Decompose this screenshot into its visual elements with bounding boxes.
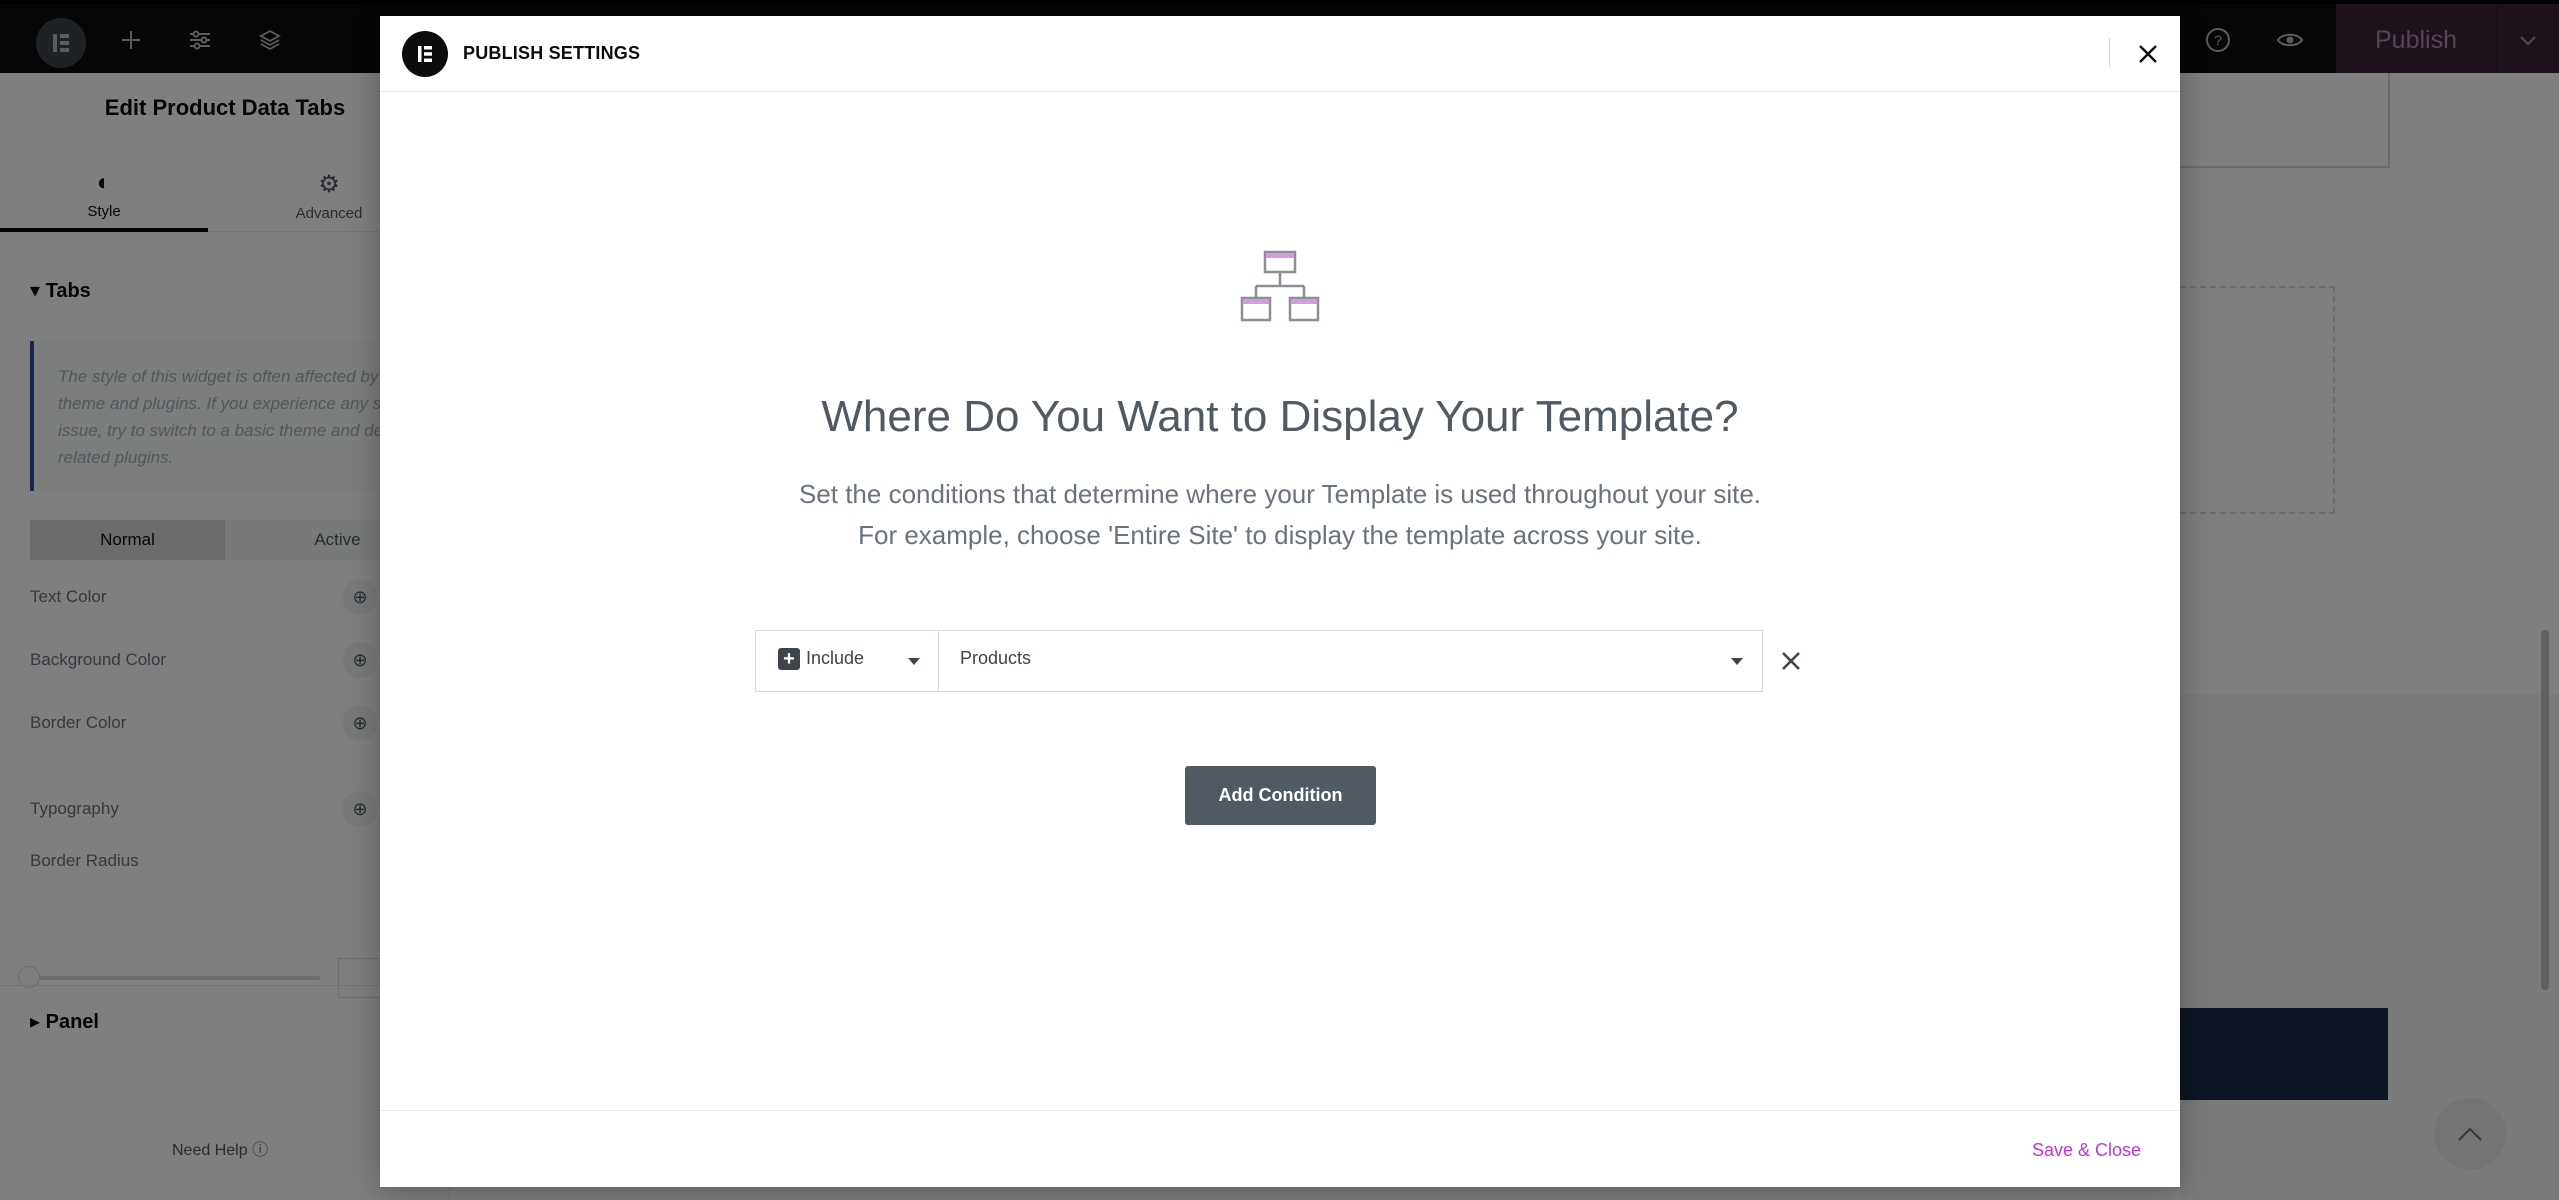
publish-settings-modal: PUBLISH SETTINGS Where Do You Want to Di… (380, 16, 2180, 1187)
modal-description: Set the conditions that determine where … (380, 474, 2180, 556)
condition-type-value: Include (806, 648, 865, 668)
remove-condition-button[interactable] (1771, 641, 1811, 681)
condition-type-select[interactable]: + Include (756, 631, 939, 691)
add-condition-button[interactable]: Add Condition (1185, 766, 1376, 825)
close-icon (1782, 652, 1800, 670)
condition-value: Products (960, 648, 1032, 668)
description-line: For example, choose 'Entire Site' to dis… (858, 520, 1702, 550)
sitemap-icon (1240, 250, 1320, 322)
plus-square-icon: + (778, 648, 800, 670)
modal-footer: Save & Close (380, 1110, 2180, 1187)
save-close-button[interactable]: Save & Close (2032, 1140, 2141, 1161)
close-icon (2139, 45, 2157, 63)
modal-title: PUBLISH SETTINGS (463, 43, 641, 63)
modal-header: PUBLISH SETTINGS (380, 16, 2180, 92)
caret-down-icon (908, 658, 920, 665)
condition-row: + Include Products (755, 630, 1763, 692)
caret-down-icon (1731, 658, 1743, 665)
close-button[interactable] (2128, 34, 2168, 74)
elementor-logo-icon (402, 31, 448, 77)
modal-heading: Where Do You Want to Display Your Templa… (821, 392, 1739, 441)
description-line: Set the conditions that determine where … (798, 479, 1762, 509)
divider (2109, 38, 2110, 68)
condition-value-select[interactable]: Products (939, 631, 1762, 691)
